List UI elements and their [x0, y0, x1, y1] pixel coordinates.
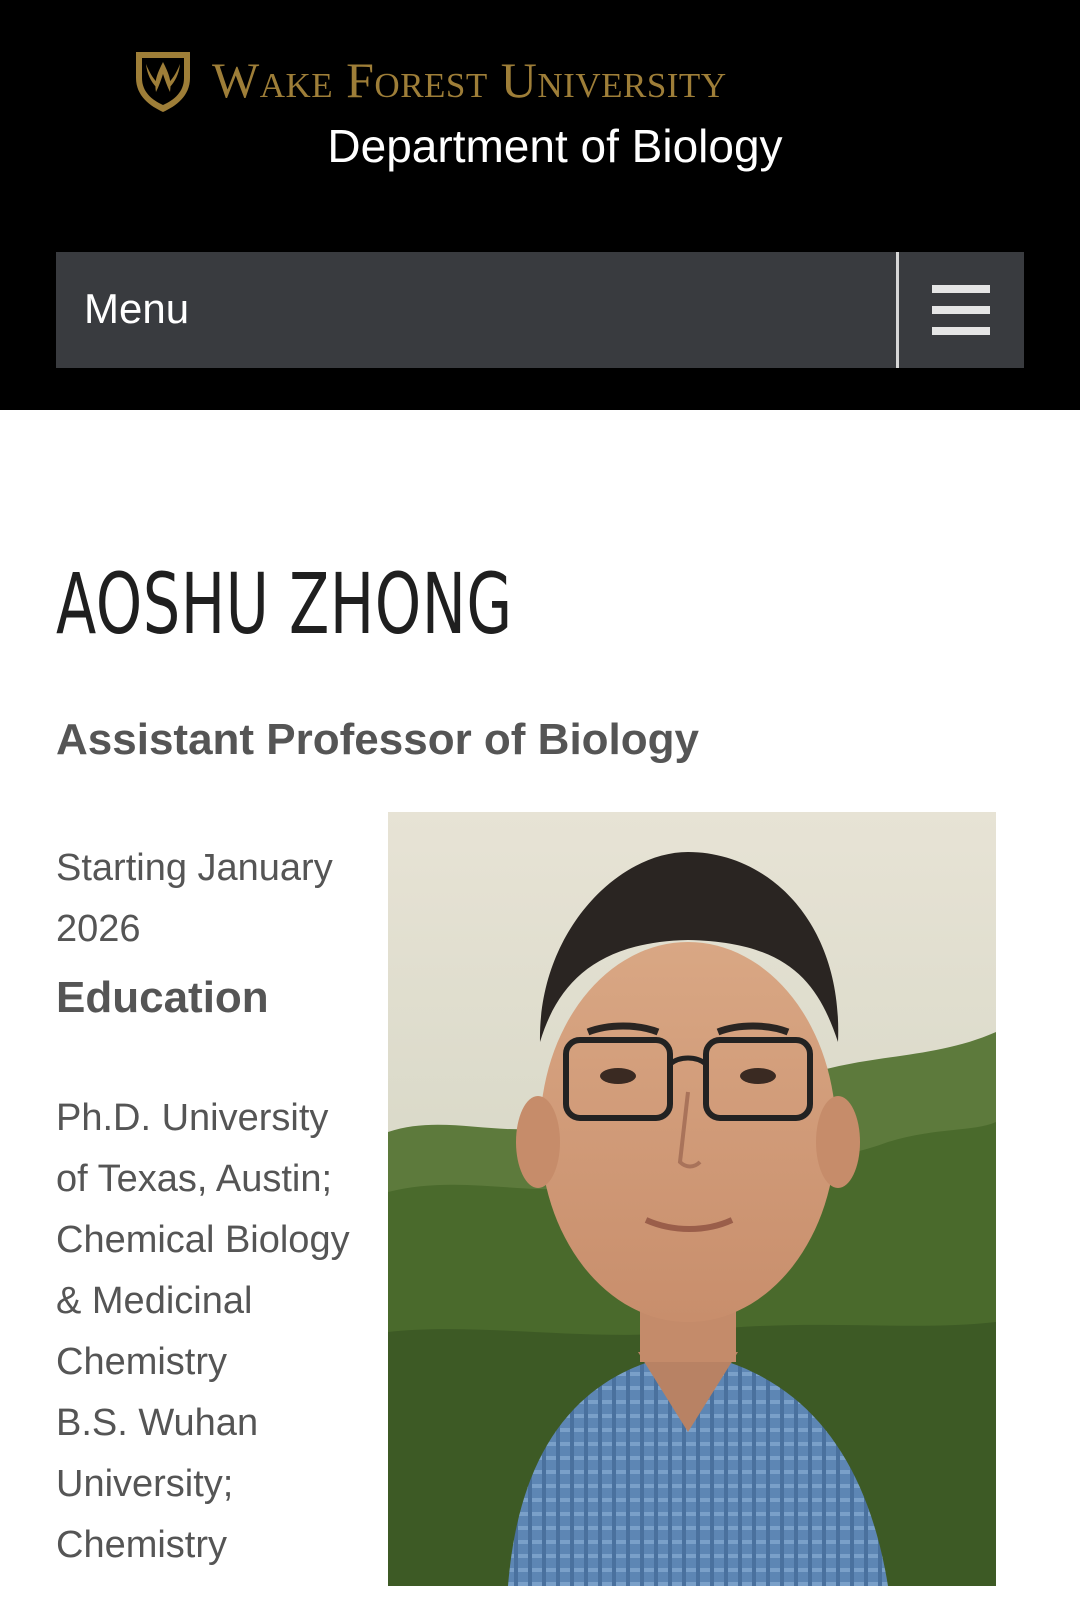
menu-bar[interactable]: Menu: [56, 252, 1024, 368]
menu-label[interactable]: Menu: [84, 284, 189, 334]
profile-photo: [388, 812, 996, 1586]
education-line: Chemistry: [56, 1341, 228, 1383]
hamburger-icon: [932, 285, 990, 335]
person-name: AOSHU ZHONG: [56, 555, 513, 653]
education-line: & Medicinal: [56, 1280, 253, 1322]
education-line: Chemical Biology: [56, 1219, 350, 1261]
department-name: Department of Biology: [327, 120, 783, 172]
education-line: of Texas, Austin;: [56, 1158, 333, 1200]
education-heading: Education: [56, 973, 269, 1022]
start-date-line: 2026: [56, 908, 141, 950]
brand[interactable]: Wake Forest University Department of Bio…: [0, 44, 1080, 184]
start-date-note: Starting January 2026: [56, 838, 376, 960]
menu-toggle-button[interactable]: [899, 252, 1024, 368]
education-line: B.S. Wuhan: [56, 1402, 259, 1444]
person-title: Assistant Professor of Biology: [56, 715, 700, 764]
education-list: Ph.D. University of Texas, Austin; Chemi…: [56, 1088, 376, 1576]
university-name: Wake Forest University: [212, 52, 727, 108]
shield-crest-icon: [136, 52, 190, 112]
profile-text-column: Starting January 2026 Education Ph.D. Un…: [56, 838, 376, 1576]
start-date-line: Starting January: [56, 847, 333, 889]
site-header: Wake Forest University Department of Bio…: [0, 0, 1080, 410]
education-line: Ph.D. University: [56, 1097, 329, 1139]
education-line: Chemistry: [56, 1524, 228, 1566]
education-line: University;: [56, 1463, 234, 1505]
